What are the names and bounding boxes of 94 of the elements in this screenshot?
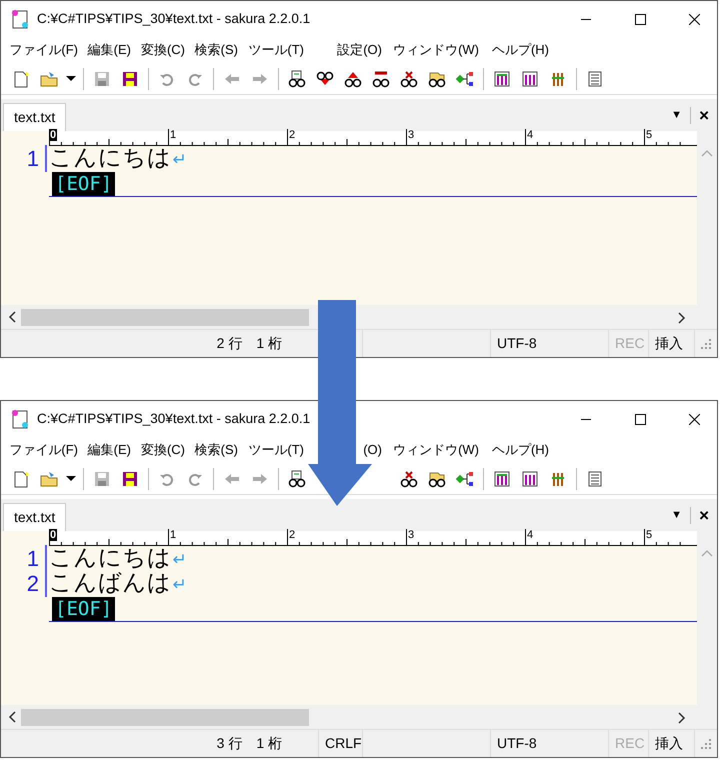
glasses-icon bbox=[428, 470, 446, 488]
glasses-icon bbox=[344, 70, 362, 88]
menu-item[interactable]: 検索(S) bbox=[194, 440, 238, 460]
menu-item[interactable]: 変換(C) bbox=[140, 40, 185, 60]
glasses-icon bbox=[316, 70, 334, 88]
menu-item[interactable]: ツール(T) bbox=[248, 440, 304, 460]
glasses-icon bbox=[400, 470, 418, 488]
ruler-number: 2 bbox=[287, 529, 296, 541]
minimize-icon bbox=[581, 18, 591, 20]
ruler-number: 0 bbox=[49, 129, 58, 141]
encoding: UTF-8 bbox=[497, 734, 537, 753]
scrollbar-thumb[interactable] bbox=[21, 708, 309, 726]
ruler-number: 3 bbox=[406, 529, 416, 541]
menu-item[interactable]: 検索(S) bbox=[194, 40, 238, 60]
line-number: 2 bbox=[26, 571, 40, 596]
menu-item[interactable]: 変換(C) bbox=[140, 440, 185, 460]
minimize-icon bbox=[581, 418, 591, 420]
resize-grip-icon bbox=[701, 738, 711, 748]
input-mode: 挿入 bbox=[655, 734, 683, 753]
diagram-icon bbox=[456, 470, 474, 488]
menu-item[interactable]: 設定(O) bbox=[337, 40, 382, 60]
cursor-position: 2 行 1 桁 bbox=[216, 334, 282, 353]
new-file-icon bbox=[12, 470, 30, 488]
list-icon bbox=[586, 70, 604, 88]
line-ending: CRLF bbox=[325, 734, 362, 753]
menu-item[interactable]: ウィンドウ(W) bbox=[393, 40, 479, 60]
folder-icon bbox=[40, 470, 58, 488]
cursor-position: 3 行 1 桁 bbox=[216, 734, 282, 753]
close-icon bbox=[688, 14, 700, 24]
rec-indicator: REC bbox=[615, 334, 645, 353]
caret-icon bbox=[66, 76, 76, 81]
glasses-icon bbox=[428, 70, 446, 88]
menu-item[interactable]: (O) bbox=[363, 440, 382, 460]
line-number: 1 bbox=[26, 546, 40, 571]
menu-item[interactable]: ファイル(F) bbox=[9, 440, 78, 460]
menu-item[interactable]: ウィンドウ(W) bbox=[393, 440, 479, 460]
close-icon bbox=[688, 414, 700, 424]
save-all-icon bbox=[121, 470, 139, 488]
caret-icon bbox=[66, 476, 76, 481]
ruler-number: 1 bbox=[168, 529, 178, 541]
rec-indicator: REC bbox=[615, 734, 645, 753]
ruler-number: 1 bbox=[168, 129, 178, 141]
tab-list-button[interactable]: ▼ bbox=[663, 110, 690, 120]
ruler-number: 5 bbox=[644, 529, 654, 541]
folder-icon bbox=[40, 70, 58, 88]
eof-marker: [EOF] bbox=[52, 172, 116, 196]
tab-list-button[interactable]: ▼ bbox=[663, 510, 690, 520]
scroll-left-icon[interactable] bbox=[7, 311, 17, 323]
menu-item[interactable]: ヘルプ(H) bbox=[492, 40, 549, 60]
tools-icon bbox=[521, 70, 539, 88]
list-icon bbox=[586, 470, 604, 488]
eof-marker: [EOF] bbox=[52, 596, 116, 620]
notepad-icon bbox=[11, 409, 29, 429]
tools-icon bbox=[493, 470, 511, 488]
ruler-number: 2 bbox=[287, 129, 296, 141]
glasses-icon bbox=[288, 470, 306, 488]
maximize-icon bbox=[634, 14, 646, 24]
encoding: UTF-8 bbox=[497, 334, 537, 353]
glasses-icon bbox=[400, 70, 418, 88]
editor-tab[interactable]: text.txt bbox=[3, 103, 66, 131]
tools-icon bbox=[521, 470, 539, 488]
tab-close-button[interactable]: × bbox=[690, 506, 717, 524]
ruler-number: 4 bbox=[525, 129, 534, 141]
editor-tab[interactable]: text.txt bbox=[3, 503, 66, 531]
input-mode: 挿入 bbox=[655, 334, 683, 353]
window-title: C:¥C#TIPS¥TIPS_30¥text.txt - sakura 2.2.0.1 bbox=[37, 410, 312, 428]
save-icon bbox=[93, 70, 111, 88]
ruler-number: 4 bbox=[525, 529, 534, 541]
scroll-right-icon[interactable] bbox=[677, 712, 687, 724]
notepad-icon bbox=[11, 9, 29, 29]
tab-close-button[interactable]: × bbox=[690, 106, 717, 124]
diagram-icon bbox=[456, 70, 474, 88]
window-title: C:¥C#TIPS¥TIPS_30¥text.txt - sakura 2.2.0.1 bbox=[37, 10, 312, 28]
menu-item[interactable]: ヘルプ(H) bbox=[492, 440, 549, 460]
resize-grip-icon bbox=[701, 338, 711, 348]
scrollbar-thumb[interactable] bbox=[21, 308, 309, 326]
text-line: こんにちは↵ bbox=[45, 545, 188, 572]
menu-item[interactable]: ファイル(F) bbox=[9, 40, 78, 60]
glasses-icon bbox=[288, 70, 306, 88]
tools-icon bbox=[493, 70, 511, 88]
ruler-number: 3 bbox=[406, 129, 416, 141]
menu-item[interactable]: 編集(E) bbox=[88, 440, 131, 460]
line-number: 1 bbox=[26, 146, 40, 171]
glasses-icon bbox=[372, 70, 390, 88]
save-icon bbox=[93, 470, 111, 488]
menu-item[interactable]: 編集(E) bbox=[88, 40, 131, 60]
ruler-number: 0 bbox=[49, 529, 58, 541]
ruler-number: 5 bbox=[644, 129, 654, 141]
scroll-left-icon[interactable] bbox=[7, 711, 17, 723]
menu-item[interactable]: ツール(T) bbox=[248, 40, 304, 60]
save-all-icon bbox=[121, 70, 139, 88]
scroll-right-icon[interactable] bbox=[677, 312, 687, 324]
new-file-icon bbox=[12, 70, 30, 88]
maximize-icon bbox=[634, 414, 646, 424]
